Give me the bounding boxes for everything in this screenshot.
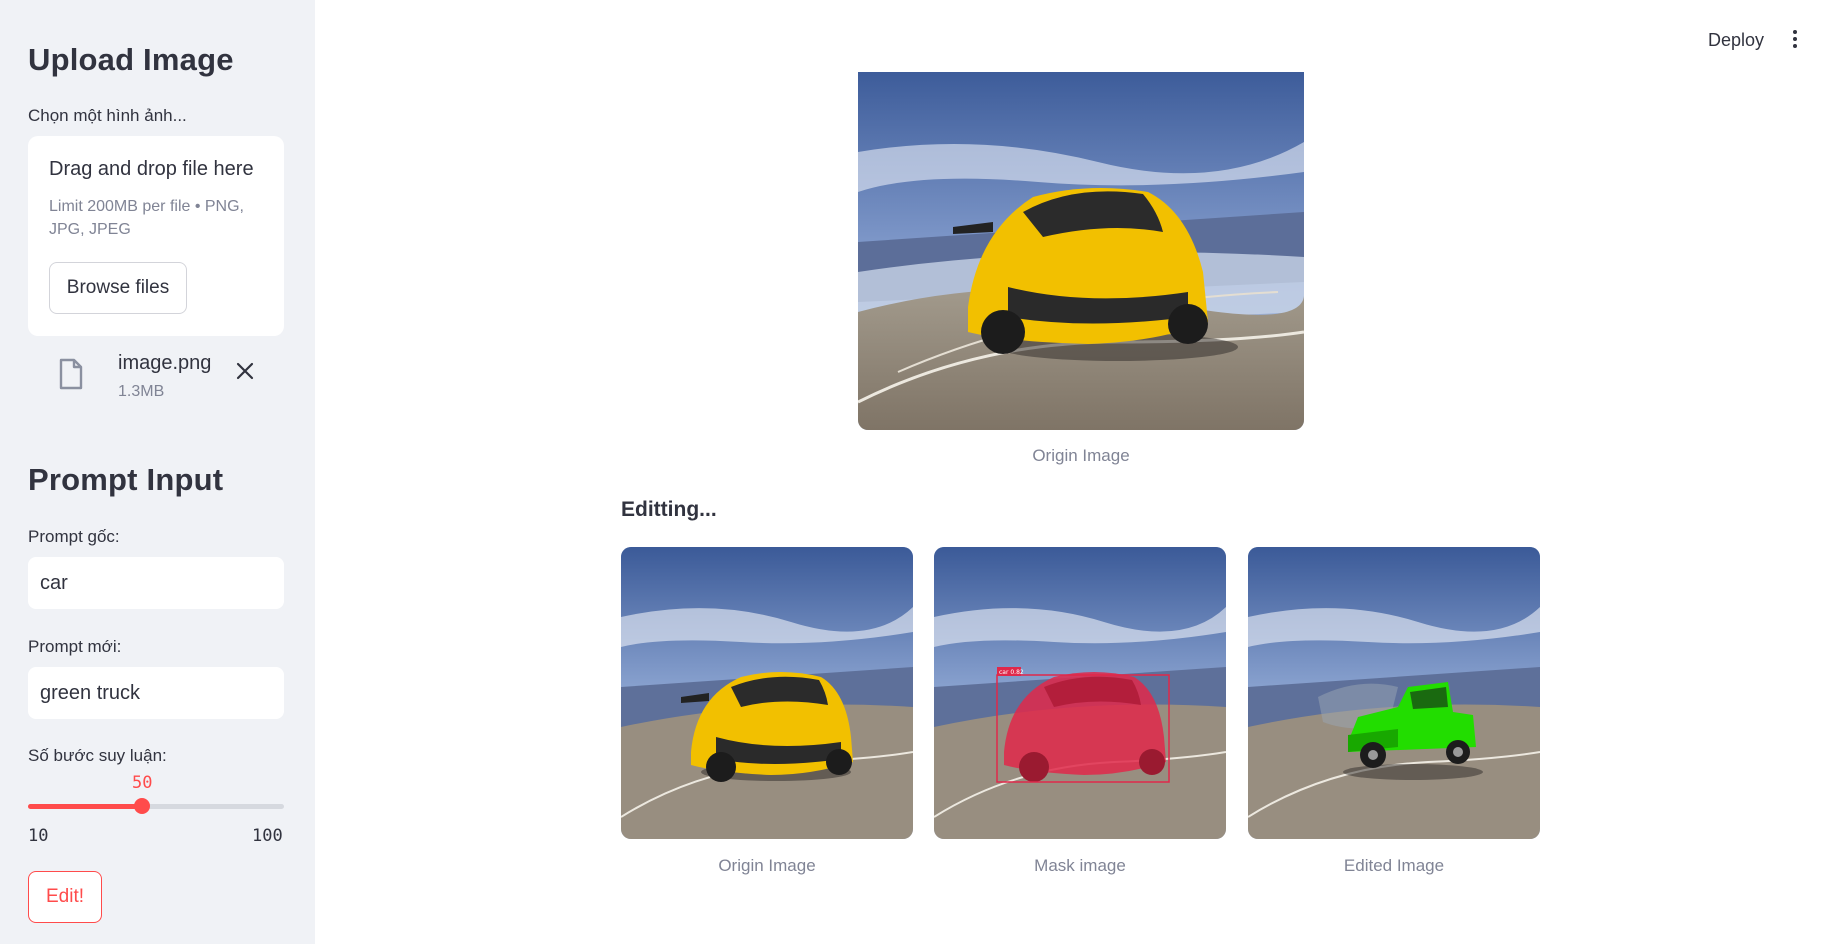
uploaded-file: image.png 1.3MB [28,352,284,408]
dropzone-limit: Limit 200MB per file • PNG, JPG, JPEG [49,198,244,238]
steps-slider-value: 50 [132,773,153,793]
prompt-new-label: Prompt mới: [28,637,122,656]
prompt-heading: Prompt Input [28,462,224,497]
prompt-new-input[interactable]: green truck [28,667,284,719]
upload-heading: Upload Image [28,42,234,77]
sidebar: Upload Image Chọn một hình ảnh... Drag a… [0,0,315,944]
section-title: Editting... [621,498,717,521]
dropzone-title: Drag and drop file here [49,158,254,180]
file-dropzone[interactable]: Drag and drop file here Limit 200MB per … [28,136,284,336]
gallery-edited-image [1248,547,1540,839]
prompt-orig-label: Prompt gốc: [28,527,120,546]
mask-box-label: car 0.82 [999,669,1024,676]
origin-image-top [858,72,1304,430]
steps-slider-max: 100 [252,826,283,846]
more-menu-icon[interactable] [1791,30,1799,52]
edit-button[interactable]: Edit! [28,871,102,923]
steps-slider-thumb[interactable] [134,798,150,814]
steps-slider-fill [28,804,142,809]
browse-files-button[interactable]: Browse files [49,262,187,314]
file-icon [58,358,84,390]
gallery-origin-caption: Origin Image [718,856,816,875]
steps-slider[interactable] [28,798,284,814]
close-icon[interactable] [236,362,254,380]
deploy-button[interactable]: Deploy [1708,30,1764,51]
steps-slider-min: 10 [28,826,49,846]
prompt-orig-input[interactable]: car [28,557,284,609]
gallery-edited-caption: Edited Image [1343,856,1445,875]
gallery-mask-caption: Mask image [1034,856,1126,875]
gallery-mask-image: car 0.82 [934,547,1226,839]
upload-label: Chọn một hình ảnh... [28,106,187,125]
file-name: image.png [118,352,212,374]
origin-image-top-caption: Origin Image [1032,446,1130,465]
gallery-origin-image [621,547,913,839]
steps-label: Số bước suy luận: [28,746,167,765]
file-size: 1.3MB [118,383,165,400]
